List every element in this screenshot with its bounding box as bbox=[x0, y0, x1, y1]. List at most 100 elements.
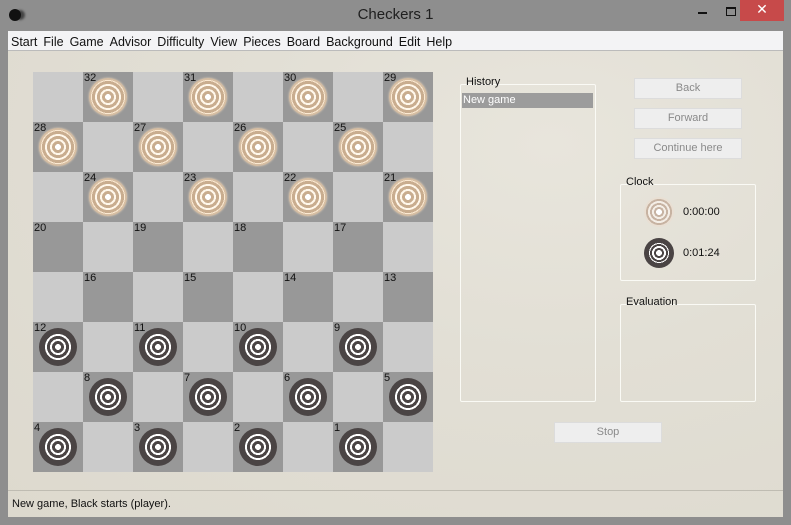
white-checker-piece[interactable] bbox=[389, 178, 427, 216]
black-checker-piece[interactable] bbox=[189, 378, 227, 416]
board-square-light[interactable] bbox=[83, 422, 133, 472]
board-square-dark[interactable]: 6 bbox=[283, 372, 333, 422]
menu-help[interactable]: Help bbox=[423, 33, 455, 52]
board-square-light[interactable] bbox=[183, 322, 233, 372]
black-checker-piece[interactable] bbox=[389, 378, 427, 416]
board-square-dark[interactable]: 10 bbox=[233, 322, 283, 372]
board-square-dark[interactable]: 15 bbox=[183, 272, 233, 322]
white-checker-piece[interactable] bbox=[389, 78, 427, 116]
forward-button[interactable]: Forward bbox=[634, 108, 742, 129]
board-square-light[interactable] bbox=[383, 422, 433, 472]
board-square-light[interactable] bbox=[283, 422, 333, 472]
board-square-dark[interactable]: 13 bbox=[383, 272, 433, 322]
board-square-dark[interactable]: 25 bbox=[333, 122, 383, 172]
menu-background[interactable]: Background bbox=[323, 33, 396, 52]
white-checker-piece[interactable] bbox=[89, 78, 127, 116]
board-square-dark[interactable]: 5 bbox=[383, 372, 433, 422]
black-checker-piece[interactable] bbox=[89, 378, 127, 416]
board-square-light[interactable] bbox=[283, 122, 333, 172]
board-square-dark[interactable]: 20 bbox=[33, 222, 83, 272]
board-square-dark[interactable]: 23 bbox=[183, 172, 233, 222]
board-square-light[interactable] bbox=[233, 72, 283, 122]
board-square-light[interactable] bbox=[233, 172, 283, 222]
board-square-dark[interactable]: 18 bbox=[233, 222, 283, 272]
board-square-dark[interactable]: 16 bbox=[83, 272, 133, 322]
board-square-dark[interactable]: 26 bbox=[233, 122, 283, 172]
black-checker-piece[interactable] bbox=[139, 428, 177, 466]
continue-here-button[interactable]: Continue here bbox=[634, 138, 742, 159]
board-square-light[interactable] bbox=[133, 172, 183, 222]
board-square-dark[interactable]: 4 bbox=[33, 422, 83, 472]
board-square-light[interactable] bbox=[133, 372, 183, 422]
board-square-light[interactable] bbox=[333, 272, 383, 322]
white-checker-piece[interactable] bbox=[139, 128, 177, 166]
board-square-dark[interactable]: 9 bbox=[333, 322, 383, 372]
board-square-dark[interactable]: 11 bbox=[133, 322, 183, 372]
board-square-light[interactable] bbox=[83, 122, 133, 172]
board-square-light[interactable] bbox=[283, 222, 333, 272]
black-checker-piece[interactable] bbox=[289, 378, 327, 416]
board-square-dark[interactable]: 31 bbox=[183, 72, 233, 122]
board-square-dark[interactable]: 21 bbox=[383, 172, 433, 222]
white-checker-piece[interactable] bbox=[289, 78, 327, 116]
minimize-button[interactable] bbox=[690, 0, 716, 21]
board-square-light[interactable] bbox=[83, 222, 133, 272]
menu-edit[interactable]: Edit bbox=[396, 33, 424, 52]
stop-button[interactable]: Stop bbox=[554, 422, 662, 443]
board-square-dark[interactable]: 14 bbox=[283, 272, 333, 322]
white-checker-piece[interactable] bbox=[289, 178, 327, 216]
white-checker-piece[interactable] bbox=[89, 178, 127, 216]
white-checker-piece[interactable] bbox=[339, 128, 377, 166]
board-square-dark[interactable]: 29 bbox=[383, 72, 433, 122]
board-square-dark[interactable]: 1 bbox=[333, 422, 383, 472]
board-square-dark[interactable]: 28 bbox=[33, 122, 83, 172]
board-square-light[interactable] bbox=[183, 422, 233, 472]
board-square-light[interactable] bbox=[33, 72, 83, 122]
board-square-light[interactable] bbox=[133, 272, 183, 322]
board-square-dark[interactable]: 24 bbox=[83, 172, 133, 222]
board-square-light[interactable] bbox=[233, 372, 283, 422]
board-square-dark[interactable]: 30 bbox=[283, 72, 333, 122]
board-square-dark[interactable]: 32 bbox=[83, 72, 133, 122]
black-checker-piece[interactable] bbox=[39, 428, 77, 466]
menu-game[interactable]: Game bbox=[67, 33, 107, 52]
menu-file[interactable]: File bbox=[40, 33, 66, 52]
board-square-light[interactable] bbox=[383, 122, 433, 172]
black-checker-piece[interactable] bbox=[339, 328, 377, 366]
menu-advisor[interactable]: Advisor bbox=[107, 33, 155, 52]
black-checker-piece[interactable] bbox=[339, 428, 377, 466]
board-square-light[interactable] bbox=[333, 72, 383, 122]
board-square-light[interactable] bbox=[133, 72, 183, 122]
black-checker-piece[interactable] bbox=[239, 428, 277, 466]
menu-board[interactable]: Board bbox=[284, 33, 323, 52]
board-square-dark[interactable]: 7 bbox=[183, 372, 233, 422]
board-square-light[interactable] bbox=[333, 372, 383, 422]
menu-difficulty[interactable]: Difficulty bbox=[154, 33, 207, 52]
board-square-light[interactable] bbox=[383, 222, 433, 272]
board-square-light[interactable] bbox=[283, 322, 333, 372]
board-square-dark[interactable]: 2 bbox=[233, 422, 283, 472]
board-square-dark[interactable]: 12 bbox=[33, 322, 83, 372]
menu-start[interactable]: Start bbox=[8, 33, 40, 52]
white-checker-piece[interactable] bbox=[39, 128, 77, 166]
board-square-light[interactable] bbox=[183, 122, 233, 172]
board-square-dark[interactable]: 17 bbox=[333, 222, 383, 272]
close-button[interactable]: ✕ bbox=[740, 0, 784, 21]
board-square-light[interactable] bbox=[33, 272, 83, 322]
white-checker-piece[interactable] bbox=[189, 78, 227, 116]
history-item[interactable]: New game bbox=[462, 93, 593, 108]
board-square-light[interactable] bbox=[183, 222, 233, 272]
board-square-dark[interactable]: 3 bbox=[133, 422, 183, 472]
black-checker-piece[interactable] bbox=[39, 328, 77, 366]
white-checker-piece[interactable] bbox=[189, 178, 227, 216]
board-square-light[interactable] bbox=[33, 172, 83, 222]
menu-view[interactable]: View bbox=[207, 33, 240, 52]
board-square-dark[interactable]: 22 bbox=[283, 172, 333, 222]
black-checker-piece[interactable] bbox=[139, 328, 177, 366]
board-square-light[interactable] bbox=[333, 172, 383, 222]
board-square-dark[interactable]: 19 bbox=[133, 222, 183, 272]
back-button[interactable]: Back bbox=[634, 78, 742, 99]
board-square-light[interactable] bbox=[33, 372, 83, 422]
board-square-light[interactable] bbox=[233, 272, 283, 322]
black-checker-piece[interactable] bbox=[239, 328, 277, 366]
